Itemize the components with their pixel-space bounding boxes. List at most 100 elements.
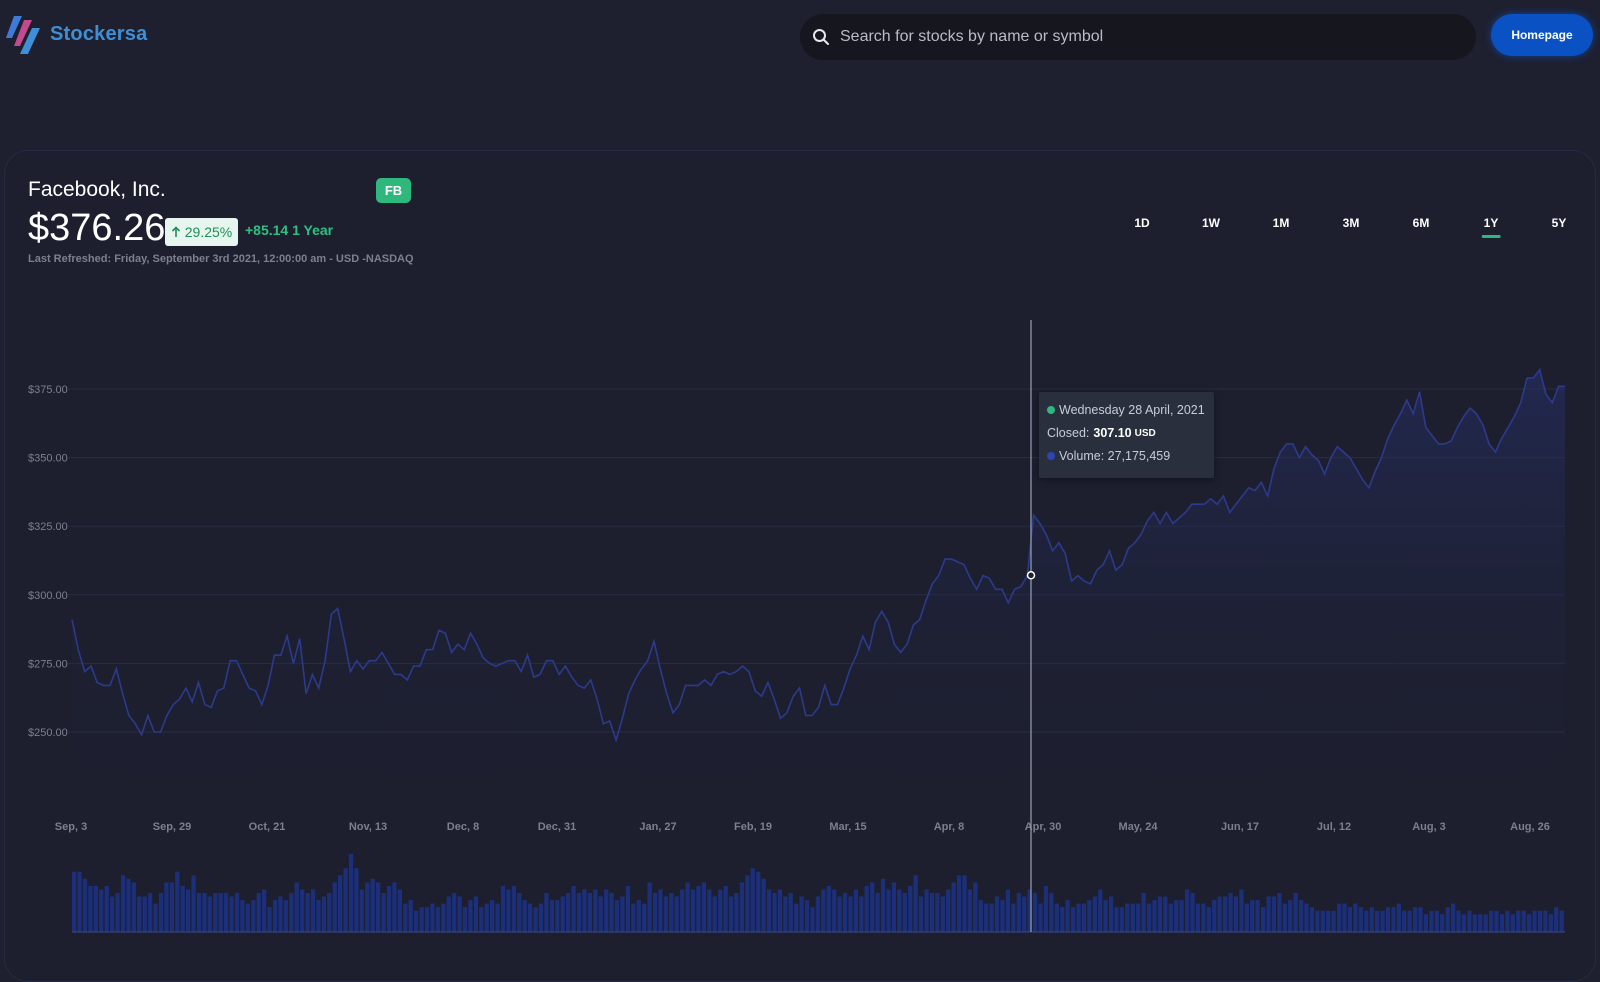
volume-bar	[175, 871, 180, 932]
volume-bar	[213, 893, 218, 932]
volume-bar	[1282, 903, 1287, 932]
volume-bar	[1510, 914, 1515, 932]
volume-bar	[636, 900, 641, 932]
volume-bar	[435, 907, 440, 932]
volume-bar	[1505, 910, 1510, 932]
volume-bar	[1423, 914, 1429, 932]
tooltip-volume-row: Volume: 27,175,459	[1047, 449, 1170, 463]
volume-bar	[137, 896, 142, 932]
volume-bar	[685, 882, 690, 932]
x-tick-label: Mar, 15	[829, 821, 866, 833]
x-tick-label: Aug, 26	[1510, 821, 1550, 833]
volume-bar	[1271, 896, 1277, 932]
volume-bar	[1005, 889, 1011, 932]
volume-bar	[1315, 910, 1320, 932]
volume-bar	[1293, 893, 1298, 932]
volume-bar	[707, 889, 712, 932]
volume-bar	[1320, 910, 1325, 932]
volume-bar	[1185, 889, 1190, 932]
volume-bar	[1391, 907, 1396, 932]
volume-bar	[712, 896, 717, 932]
volume-bar	[354, 868, 359, 932]
volume-bar	[821, 889, 826, 932]
volume-bar	[158, 893, 164, 932]
volume-bar	[522, 900, 527, 932]
tooltip-date-row: Wednesday 28 April, 2021	[1047, 403, 1205, 417]
volume-bar	[305, 893, 310, 932]
volume-bar	[1299, 900, 1304, 932]
volume-bar	[517, 893, 522, 932]
x-tick-label: Jun, 17	[1221, 821, 1259, 833]
volume-bar	[772, 893, 777, 932]
y-tick-label: $275.00	[28, 658, 68, 670]
volume-bar	[419, 907, 424, 932]
volume-bar	[1152, 900, 1157, 932]
volume-bar	[1147, 903, 1152, 932]
volume-bar	[196, 893, 202, 932]
volume-bar	[555, 900, 560, 932]
volume-bar	[1011, 903, 1016, 932]
volume-bar	[1358, 907, 1363, 932]
volume-bar	[739, 882, 745, 932]
volume-bar	[1456, 910, 1461, 932]
volume-bar	[403, 903, 408, 932]
volume-bar	[1364, 910, 1369, 932]
volume-bar	[191, 875, 196, 932]
volume-bar	[956, 875, 962, 932]
volume-bar	[1109, 896, 1114, 932]
volume-bar	[240, 900, 245, 932]
volume-bar	[880, 878, 886, 932]
volume-bar	[267, 907, 272, 932]
volume-bar	[837, 896, 842, 932]
hover-point	[1026, 571, 1036, 580]
x-tick-label: Apr, 30	[1025, 821, 1062, 833]
volume-bar	[908, 885, 913, 932]
volume-bar	[1434, 910, 1439, 932]
volume-bar	[1212, 900, 1217, 932]
volume-bar	[663, 896, 669, 932]
volume-bar	[951, 882, 956, 932]
volume-bar	[918, 896, 924, 932]
volume-bar	[1179, 900, 1184, 932]
volume-bar	[294, 882, 299, 932]
volume-bar	[1353, 903, 1358, 932]
volume-bar	[815, 896, 821, 932]
volume-bar	[110, 896, 115, 932]
volume-bar	[343, 868, 348, 932]
volume-bar	[560, 896, 565, 932]
volume-bar	[245, 903, 250, 932]
volume-bar	[1483, 914, 1488, 932]
volume-bar	[262, 889, 267, 932]
volume-bar	[1554, 907, 1559, 932]
volume-bar	[549, 900, 555, 932]
tooltip-close-unit: USD	[1134, 427, 1156, 439]
volume-bar	[1223, 896, 1228, 932]
volume-bar	[832, 889, 837, 932]
x-tick-label: Sep, 3	[55, 821, 87, 833]
y-tick-label: $250.00	[28, 727, 68, 739]
volume-bar	[327, 893, 332, 932]
volume-bar	[848, 896, 853, 932]
volume-bar	[289, 893, 294, 932]
volume-bar	[72, 871, 77, 932]
y-tick-label: $300.00	[28, 590, 68, 602]
tooltip-date: Wednesday 28 April, 2021	[1059, 403, 1205, 417]
tooltip-close-label: Closed:	[1047, 426, 1090, 440]
volume-bar	[1119, 907, 1125, 932]
volume-bar	[457, 896, 462, 932]
volume-bar	[316, 900, 321, 932]
volume-bar	[728, 896, 734, 932]
volume-bar	[1174, 900, 1179, 932]
x-tick-label: Oct, 21	[249, 821, 286, 833]
volume-bar	[278, 896, 283, 932]
volume-bar	[929, 893, 935, 932]
volume-bar	[300, 889, 305, 932]
volume-bar	[794, 903, 799, 932]
volume-bar	[1022, 896, 1027, 932]
volume-bar	[625, 885, 631, 932]
volume-bar	[218, 893, 223, 932]
price-chart[interactable]: $375.00 $350.00 $325.00 $300.00 $275.00 $250.…	[0, 0, 1600, 967]
volume-bar	[1195, 903, 1201, 932]
volume-bar	[251, 900, 256, 932]
volume-bar	[359, 889, 364, 932]
